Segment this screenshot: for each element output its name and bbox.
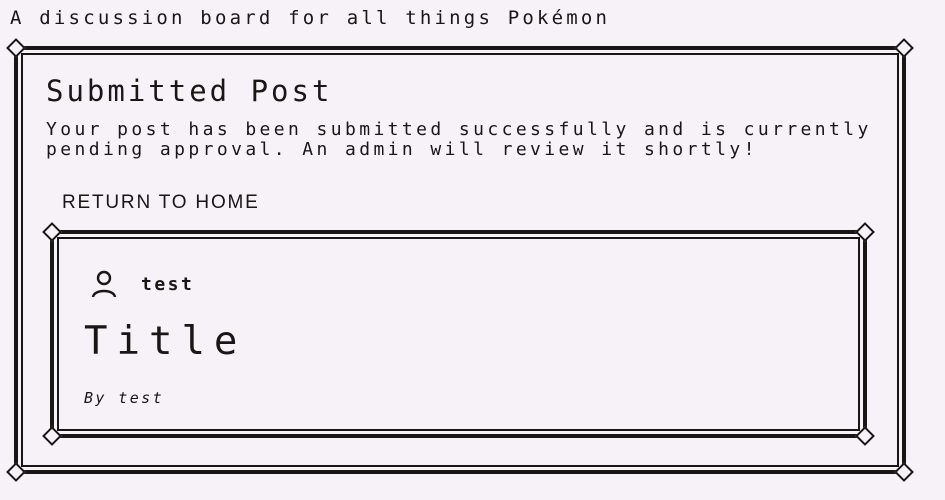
post-byline: By test — [84, 389, 165, 407]
frame-corner — [6, 38, 26, 58]
page-title: Submitted Post — [46, 74, 333, 108]
user-icon — [88, 268, 120, 300]
post-author-row: test — [88, 268, 194, 300]
frame-corner — [894, 462, 914, 482]
post-title[interactable]: Title — [84, 318, 246, 366]
frame-corner — [6, 462, 26, 482]
return-home-link[interactable]: RETURN TO HOME — [62, 191, 260, 215]
frame-corner — [894, 38, 914, 58]
submission-message: Your post has been submitted successfull… — [46, 119, 872, 160]
site-tagline: A discussion board for all things Pokémo… — [10, 7, 611, 29]
post-author-name[interactable]: test — [141, 274, 194, 295]
